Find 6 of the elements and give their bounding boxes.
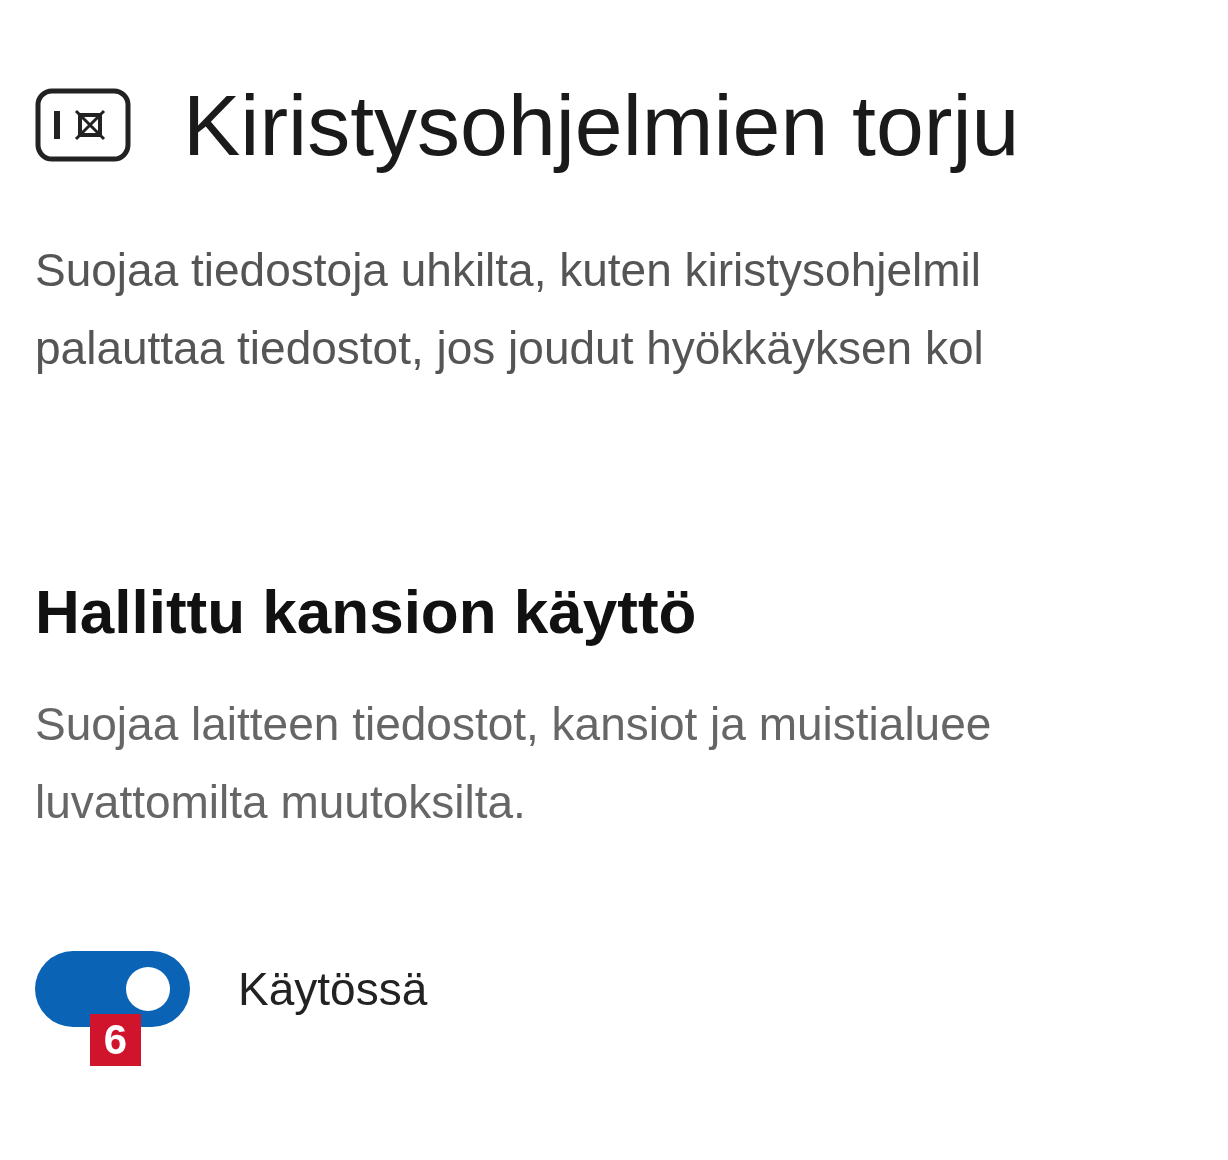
section-description: Suojaa laitteen tiedostot, kansiot ja muistialuee luvattomilta muutoksilta. <box>35 697 992 830</box>
intro-text: Suojaa tiedostoja uhkilta, kuten kiristysohjelmil palauttaa tiedostot, jos joudut hyökkäyksen kol <box>35 242 984 376</box>
toggle-label: Käytössä <box>238 962 428 1016</box>
callout-badge: 6 <box>90 1014 141 1066</box>
section-heading: Hallittu kansion käyttö <box>35 575 697 648</box>
page-title: Kiristysohjelmien torju <box>183 78 1020 173</box>
